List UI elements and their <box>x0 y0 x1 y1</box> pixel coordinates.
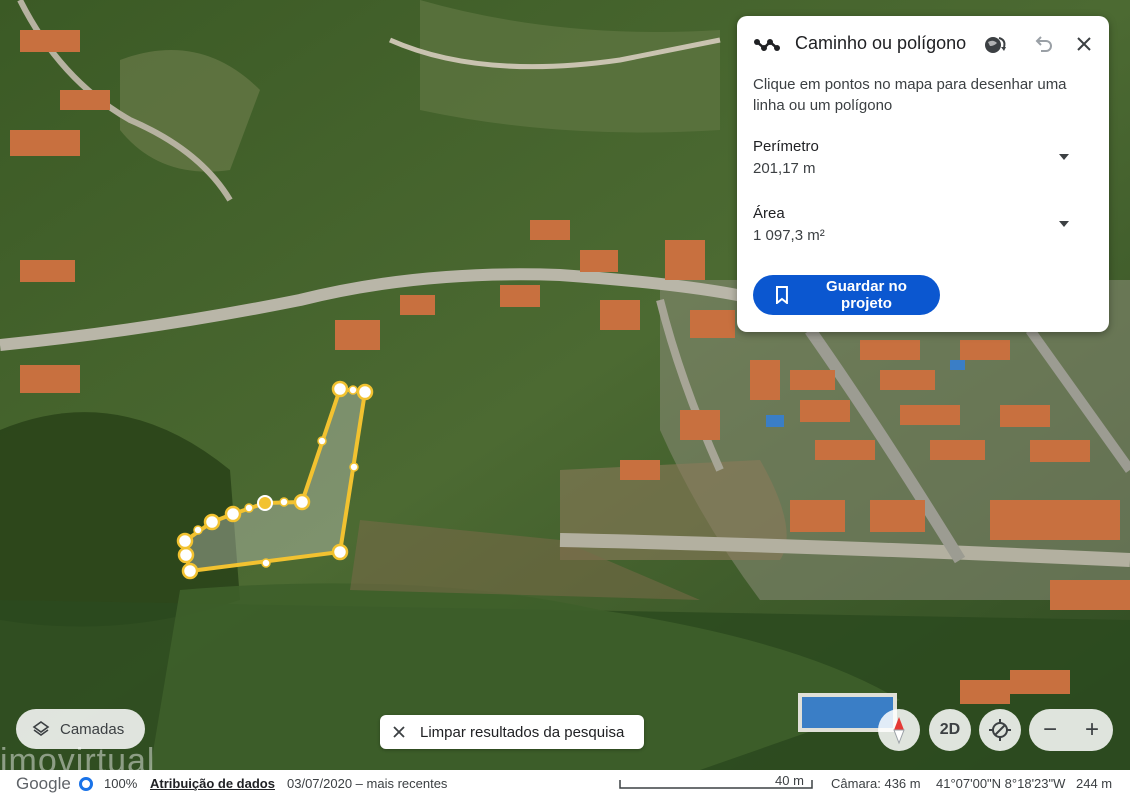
loading-ring-icon <box>79 777 93 791</box>
data-attribution-link[interactable]: Atribuição de dados <box>150 776 275 791</box>
polygon-vertex[interactable] <box>181 562 199 580</box>
area-value: 1 097,3 m² <box>753 227 825 244</box>
path-polygon-icon <box>754 39 780 51</box>
polygon-vertex[interactable] <box>224 505 242 523</box>
perimeter-label: Perímetro <box>753 138 819 155</box>
panel-instruction: Clique em pontos no mapa para desenhar u… <box>753 76 1067 114</box>
layers-label: Camadas <box>60 720 125 738</box>
polygon-vertex[interactable] <box>177 546 195 564</box>
layers-icon <box>32 721 50 736</box>
caret-down-icon[interactable] <box>1057 219 1071 229</box>
compass-icon <box>893 717 905 745</box>
polygon-vertex[interactable] <box>203 513 221 531</box>
camera-altitude: Câmara: 436 m <box>831 776 921 791</box>
coordinates: 41°07'00"N 8°18'23"W <box>936 776 1066 791</box>
zoom-out-button[interactable]: − <box>1029 709 1071 751</box>
my-location-icon <box>989 719 1011 741</box>
3d-globe-icon <box>985 37 1006 53</box>
2d-view-button[interactable]: 2D <box>929 709 971 751</box>
imagery-date: 03/07/2020 – mais recentes <box>287 776 448 791</box>
save-label: Guardar no projeto <box>826 278 907 312</box>
google-logo: Google <box>16 774 71 793</box>
polygon-midpoint[interactable] <box>279 497 289 507</box>
panel-title: Caminho ou polígono <box>795 33 967 53</box>
area-label: Área <box>753 205 785 222</box>
zoom-in-button[interactable]: + <box>1071 709 1113 751</box>
area-row[interactable]: Área 1 097,3 m² <box>753 205 1093 253</box>
close-button[interactable] <box>1070 30 1098 58</box>
layers-button[interactable]: Camadas <box>16 709 145 749</box>
caret-down-icon[interactable] <box>1057 152 1071 162</box>
clear-label: Limpar resultados da pesquisa <box>420 723 625 741</box>
save-to-project-button[interactable]: Guardar no projeto <box>753 275 940 315</box>
perimeter-value: 201,17 m <box>753 160 816 177</box>
polygon-vertex[interactable] <box>293 493 311 511</box>
panel-header: Caminho ou polígono <box>737 16 1109 72</box>
polygon-midpoint[interactable] <box>193 525 203 535</box>
polygon-vertex[interactable] <box>176 532 194 550</box>
close-icon <box>1077 37 1091 51</box>
measure-panel: Caminho ou polígono Clique em pontos no … <box>737 16 1109 332</box>
load-percent: 100% <box>104 776 138 791</box>
compass-button[interactable] <box>878 709 920 751</box>
polygon-midpoint[interactable] <box>348 385 358 395</box>
perimeter-row[interactable]: Perímetro 201,17 m <box>753 138 1093 186</box>
polygon-vertex[interactable] <box>331 380 349 398</box>
clear-search-results-button[interactable]: Limpar resultados da pesquisa <box>380 715 644 749</box>
polygon-vertex[interactable] <box>356 383 374 401</box>
ground-altitude: 244 m <box>1076 776 1113 791</box>
polygon-vertex-active[interactable] <box>257 495 273 511</box>
bookmark-icon <box>775 286 788 304</box>
polygon-midpoint[interactable] <box>244 503 254 513</box>
undo-icon <box>1035 36 1052 52</box>
scale-label: 40 m <box>775 773 804 788</box>
my-location-button[interactable] <box>979 709 1021 751</box>
close-icon <box>393 726 405 738</box>
polygon-midpoint[interactable] <box>349 462 359 472</box>
undo-button[interactable] <box>1029 30 1057 58</box>
zoom-controls: − + <box>1029 709 1113 751</box>
polygon-vertex[interactable] <box>331 543 349 561</box>
3d-toggle-button[interactable] <box>981 30 1009 58</box>
polygon-shape <box>182 386 368 574</box>
polygon-midpoint[interactable] <box>317 436 327 446</box>
polygon-midpoint[interactable] <box>261 558 271 568</box>
status-bar: Google 100% Atribuição de dados 03/07/20… <box>0 770 1130 800</box>
